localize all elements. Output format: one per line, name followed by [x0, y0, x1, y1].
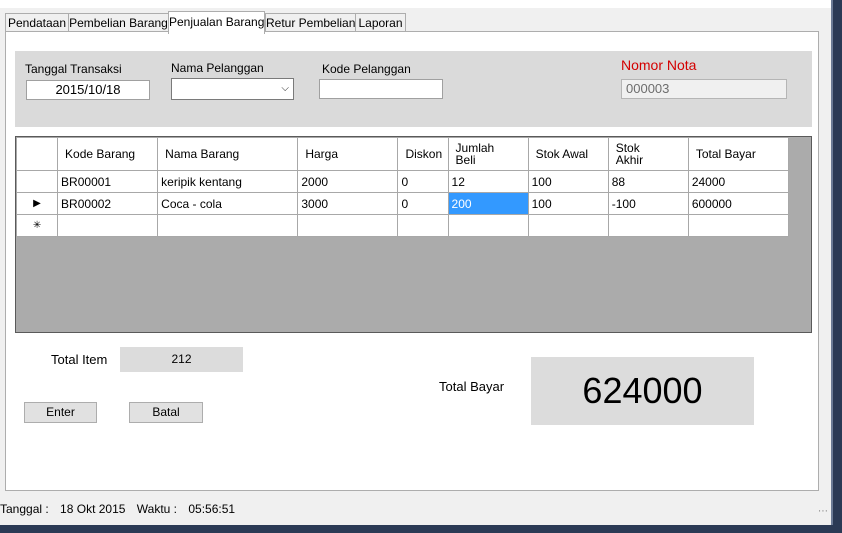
tanggal-transaksi-field[interactable]: 2015/10/18 [26, 80, 150, 100]
total-bayar-display: 624000 [531, 357, 754, 425]
row-indicator[interactable] [15, 170, 59, 193]
cell-stok-awal[interactable] [527, 214, 609, 237]
column-header-stok-akhir[interactable]: Stok Akhir [607, 137, 689, 171]
transaction-header-panel: Tanggal Transaksi 2015/10/18 Nama Pelang… [15, 51, 812, 127]
cell-diskon[interactable]: 0 [397, 170, 449, 193]
current-row-arrow-icon[interactable]: ▶ [15, 192, 59, 215]
cell-total-bayar[interactable] [687, 214, 790, 237]
cell-nama-barang[interactable]: Coca - cola [157, 192, 299, 215]
tab-laporan[interactable]: Laporan [355, 13, 406, 33]
cell-stok-awal[interactable]: 100 [527, 192, 609, 215]
column-header-diskon[interactable]: Diskon [397, 137, 449, 171]
chevron-down-icon[interactable]: ⌵ [281, 83, 289, 94]
enter-button[interactable]: Enter [24, 402, 97, 423]
column-header-stok-awal[interactable]: Stok Awal [527, 137, 609, 171]
batal-button[interactable]: Batal [129, 402, 203, 423]
cell-diskon[interactable] [397, 214, 449, 237]
total-item-value: 212 [120, 347, 243, 372]
cell-harga[interactable]: 2000 [297, 170, 399, 193]
resize-grip-icon[interactable]: ⋯ [818, 506, 828, 517]
tab-pembelian-barang[interactable]: Pembelian Barang [68, 13, 169, 33]
cell-nama-barang[interactable]: keripik kentang [157, 170, 299, 193]
nama-pelanggan-dropdown[interactable]: ⌵ [171, 78, 294, 100]
cell-harga[interactable] [297, 214, 399, 237]
column-header-total-bayar[interactable]: Total Bayar [687, 137, 790, 171]
status-tanggal-value: 18 Okt 2015 [60, 502, 126, 516]
cell-harga[interactable]: 3000 [297, 192, 399, 215]
kode-pelanggan-field[interactable] [319, 79, 443, 99]
window-right-edge-highlight [831, 0, 833, 533]
cell-jumlah-beli[interactable] [447, 214, 529, 237]
row-header-corner [15, 137, 59, 171]
nama-pelanggan-label: Nama Pelanggan [171, 61, 264, 75]
tab-penjualan-barang[interactable]: Penjualan Barang [168, 11, 265, 34]
status-tanggal-label: Tanggal : [0, 502, 49, 516]
cell-kode-barang[interactable] [57, 214, 159, 237]
tab-pendataan[interactable]: Pendataan [5, 13, 69, 33]
column-header-harga[interactable]: Harga [297, 137, 399, 171]
status-bar: Tanggal : 18 Okt 2015 Waktu : 05:56:51 [0, 500, 235, 518]
cell-stok-akhir[interactable]: -100 [607, 192, 689, 215]
cell-kode-barang[interactable]: BR00001 [57, 170, 159, 193]
kode-pelanggan-label: Kode Pelanggan [322, 62, 411, 76]
cell-jumlah-beli-selected[interactable]: 200 [447, 192, 529, 215]
status-waktu-value: 05:56:51 [188, 502, 236, 516]
taskbar-edge [0, 525, 842, 533]
cell-jumlah-beli[interactable]: 12 [447, 170, 529, 193]
tab-page-penjualan: Tanggal Transaksi 2015/10/18 Nama Pelang… [5, 31, 819, 491]
cell-stok-awal[interactable]: 100 [527, 170, 609, 193]
tab-retur-pembelian[interactable]: Retur Pembelian [265, 13, 356, 33]
cell-stok-akhir[interactable] [607, 214, 689, 237]
total-item-label: Total Item [51, 352, 108, 367]
cell-stok-akhir[interactable]: 88 [607, 170, 689, 193]
cell-nama-barang[interactable] [157, 214, 299, 237]
new-row-asterisk-icon[interactable]: ✳ [15, 214, 59, 237]
new-row[interactable]: ✳ [15, 214, 790, 237]
column-header-jumlah-beli[interactable]: Jumlah Beli [447, 137, 529, 171]
tanggal-transaksi-label: Tanggal Transaksi [25, 62, 122, 76]
window-top-edge [0, 0, 842, 8]
cell-total-bayar[interactable]: 600000 [687, 192, 790, 215]
grid-table: Kode Barang Nama Barang Harga Diskon Jum… [15, 137, 790, 237]
column-header-kode-barang[interactable]: Kode Barang [57, 137, 159, 171]
grid-header-row: Kode Barang Nama Barang Harga Diskon Jum… [15, 137, 790, 171]
cell-total-bayar[interactable]: 24000 [687, 170, 790, 193]
cell-diskon[interactable]: 0 [397, 192, 449, 215]
total-bayar-label: Total Bayar [439, 379, 505, 394]
cell-kode-barang[interactable]: BR00002 [57, 192, 159, 215]
column-header-nama-barang[interactable]: Nama Barang [157, 137, 299, 171]
status-waktu-label: Waktu : [136, 502, 178, 516]
nomor-nota-field: 000003 [621, 79, 787, 99]
sales-items-grid[interactable]: Kode Barang Nama Barang Harga Diskon Jum… [15, 136, 812, 333]
nomor-nota-label: Nomor Nota [621, 57, 697, 73]
table-row[interactable]: BR00001 keripik kentang 2000 0 12 100 88… [15, 170, 790, 193]
table-row[interactable]: ▶ BR00002 Coca - cola 3000 0 200 100 -10… [15, 192, 790, 215]
